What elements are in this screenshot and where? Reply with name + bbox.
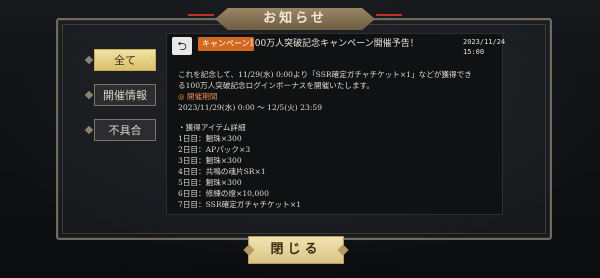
list-item: 2日目：APパック×3 xyxy=(178,145,251,154)
tab-all[interactable]: 全て xyxy=(94,49,156,71)
tab-bugs[interactable]: 不具合 xyxy=(94,119,156,141)
news-timestamp: 2023/11/24 15:00 xyxy=(463,37,505,57)
banner-wing-right xyxy=(376,14,402,16)
back-button[interactable]: ⮌ xyxy=(172,37,192,55)
news-time: 15:00 xyxy=(463,48,485,56)
list-item: 3日目：魍珠×300 xyxy=(178,156,242,165)
dialog-title: お知らせ xyxy=(263,11,327,26)
banner-wing-left xyxy=(188,14,214,16)
list-item: 4日目：共鳴の魂片SR×1 xyxy=(178,167,266,176)
category-badge: キャンペーン xyxy=(198,37,254,51)
intro-text: る100万人突破記念ログインボーナスを開催いたします。 xyxy=(178,81,374,90)
list-item: 7日目：SSR確定ガチャチケット×1 xyxy=(178,200,302,209)
list-item: 1日目：魍珠×300 xyxy=(178,134,242,143)
list-item: 5日目：魍珠×300 xyxy=(178,178,242,187)
tab-events[interactable]: 開催情報 xyxy=(94,84,156,106)
news-body: これを記念して、11/29(水) 0:00より「SSR確定ガチャチケット×1」な… xyxy=(178,69,496,210)
news-title: 100万人突破記念キャンペーン開催予告！ xyxy=(249,39,419,49)
active-tab-arrow-icon xyxy=(150,55,156,65)
news-date: 2023/11/24 xyxy=(463,38,506,46)
period-heading: ◎ 開催期間 xyxy=(178,92,218,101)
items-heading: ・獲得アイテム詳細 xyxy=(178,123,246,132)
close-button[interactable]: 閉じる xyxy=(248,236,344,264)
list-item: 6日目：修練の燈×10,000 xyxy=(178,189,269,198)
return-arrow-icon: ⮌ xyxy=(177,39,187,53)
intro-text: これを記念して、11/29(水) 0:00より「SSR確定ガチャチケット×1」な… xyxy=(178,70,472,79)
period-text: 2023/11/29(水) 0:00 ～ 12/5(火) 23:59 xyxy=(178,103,323,112)
